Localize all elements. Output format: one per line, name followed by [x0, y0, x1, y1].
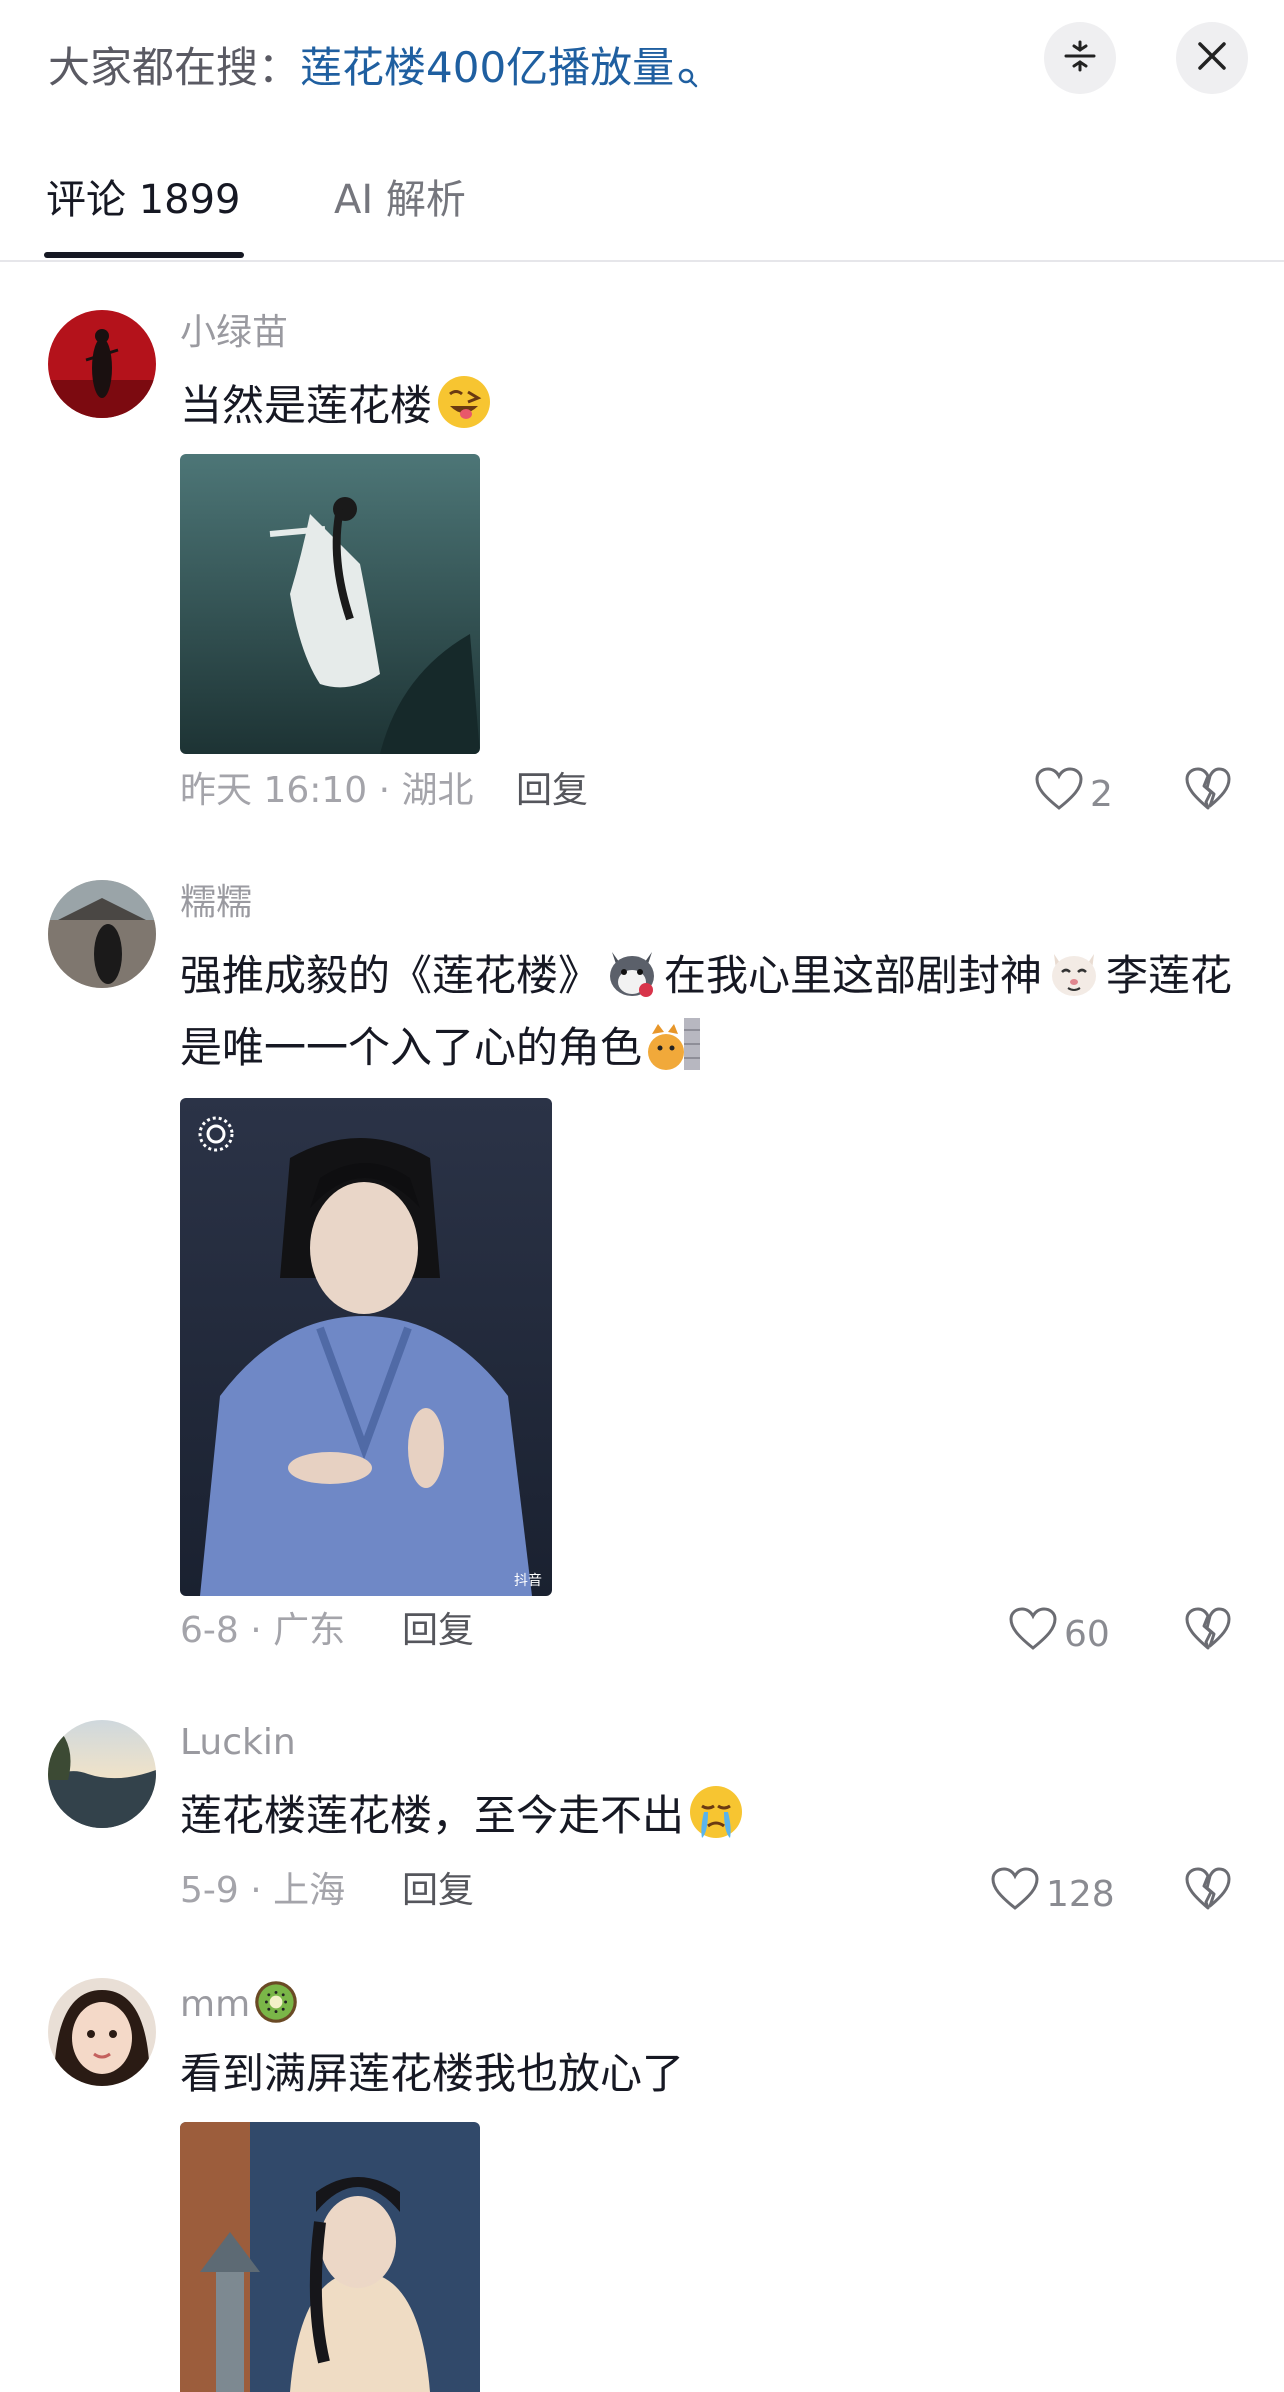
dislike-button[interactable]: [1184, 1606, 1232, 1654]
comment-image[interactable]: [180, 454, 480, 754]
comment-text: 强推成毅的《莲花楼》 在我心里这部剧封神 李莲花是唯一一个入了心的角色: [180, 940, 1240, 1084]
search-hint-term[interactable]: 莲花楼400亿播放量: [300, 43, 674, 92]
broken-heart-icon: [1184, 1607, 1232, 1656]
like-button[interactable]: 2: [1034, 766, 1113, 824]
collapse-icon: [1060, 36, 1100, 80]
winking-tongue-emoji: [434, 372, 494, 432]
tab-comments[interactable]: 评论 1899: [46, 174, 241, 226]
tab-bar: 评论 1899 AI 解析: [0, 140, 1284, 262]
comment-text-part: 在我心里这部剧封神: [664, 951, 1043, 1000]
comment-username[interactable]: Luckin: [180, 1720, 296, 1766]
top-bar: 大家都在搜：莲花楼400亿播放量: [0, 0, 1284, 140]
comment-time-location: 6-8 · 广东: [180, 1610, 346, 1651]
comment-username[interactable]: 小绿苗: [180, 310, 288, 356]
like-button[interactable]: 60: [1008, 1606, 1110, 1664]
reply-button[interactable]: 回复: [402, 1608, 474, 1654]
comment-username[interactable]: 糯糯: [180, 880, 252, 926]
broken-heart-icon: [1184, 767, 1232, 816]
reply-button[interactable]: 回复: [402, 1868, 474, 1914]
husky-rose-emoji: [602, 942, 662, 1002]
avatar[interactable]: [48, 880, 156, 988]
heart-icon: [1034, 766, 1084, 824]
comment-text: 看到满屏莲花楼我也放心了: [180, 2049, 685, 2098]
like-button[interactable]: 128: [990, 1866, 1115, 1924]
peeking-cat-emoji: [644, 1014, 704, 1074]
comment-username[interactable]: mm: [180, 1978, 302, 2028]
broken-heart-icon: [1184, 1867, 1232, 1916]
dislike-button[interactable]: [1184, 766, 1232, 814]
comment-time-location: 5-9 · 上海: [180, 1870, 346, 1911]
comment-username-text: mm: [180, 1984, 251, 2025]
tab-ai-analysis[interactable]: AI 解析: [334, 174, 466, 226]
reply-button[interactable]: 回复: [516, 768, 588, 814]
douyin-watermark: 抖音: [514, 1573, 542, 1589]
like-count: 128: [1046, 1874, 1115, 1915]
comment-time-location: 昨天 16:10 · 湖北: [180, 770, 474, 811]
like-count: 60: [1064, 1614, 1110, 1655]
close-icon: [1192, 36, 1232, 80]
comment-text: 当然是莲花楼: [180, 370, 1240, 442]
heart-icon: [990, 1866, 1040, 1924]
collapse-button[interactable]: [1044, 22, 1116, 94]
avatar[interactable]: [48, 1978, 156, 2086]
search-hint-prefix: 大家都在搜：: [48, 43, 301, 92]
trending-search-hint[interactable]: 大家都在搜：莲花楼400亿播放量: [48, 40, 700, 104]
comment-text-part: 强推成毅的《莲花楼》: [180, 951, 601, 1000]
comment-text-body: 莲花楼莲花楼，至今走不出: [180, 1791, 685, 1840]
search-icon: [676, 48, 700, 104]
comment-image[interactable]: [180, 2122, 480, 2392]
cat-face-emoji: [1044, 942, 1104, 1002]
kiwi-emoji: [252, 1978, 300, 2026]
crying-face-emoji: [686, 1782, 746, 1842]
comment-text-body: 当然是莲花楼: [180, 381, 433, 430]
like-count: 2: [1090, 774, 1113, 815]
comment-text: 莲花楼莲花楼，至今走不出: [180, 1780, 1240, 1852]
comment-image[interactable]: 抖音: [180, 1098, 552, 1596]
avatar[interactable]: [48, 1720, 156, 1828]
avatar[interactable]: [48, 310, 156, 418]
close-button[interactable]: [1176, 22, 1248, 94]
heart-icon: [1008, 1606, 1058, 1664]
dislike-button[interactable]: [1184, 1866, 1232, 1914]
active-tab-indicator: [44, 252, 244, 258]
